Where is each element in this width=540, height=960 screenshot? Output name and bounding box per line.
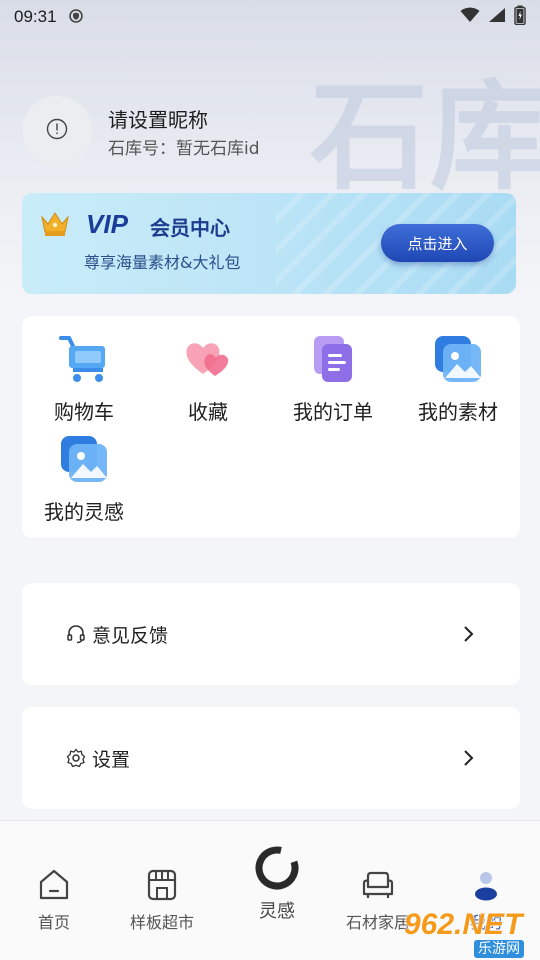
brand-watermark: 石库: [309, 68, 540, 206]
image-gallery-icon: [431, 332, 485, 386]
headset-icon: [66, 624, 86, 644]
nav-sample-market-label: 样板超市: [129, 913, 194, 932]
shortcut-label: 购物车: [54, 400, 114, 424]
nav-sample-market[interactable]: 样板超市: [108, 821, 216, 933]
site-watermark-main: 962.NET: [404, 908, 523, 941]
account-id-value: 暂无石库id: [176, 139, 260, 159]
shield-icon: [68, 8, 83, 27]
sofa-icon: [360, 867, 396, 903]
settings-label: 设置: [92, 748, 131, 771]
cellular-signal-icon: [488, 7, 506, 27]
vip-logo-text: VIP: [86, 210, 129, 238]
wifi-icon: [460, 7, 480, 27]
nav-home-label: 首页: [37, 913, 70, 932]
shortcut-favorites[interactable]: 收藏: [146, 332, 270, 425]
status-bar: 09:31: [0, 0, 540, 34]
vip-subtitle: 尊享海量素材&大礼包: [84, 253, 241, 272]
status-time: 09:31: [14, 7, 57, 26]
shortcut-materials[interactable]: 我的素材: [396, 332, 520, 425]
hearts-icon: [181, 332, 235, 386]
shortcut-inspiration[interactable]: 我的灵感: [22, 432, 146, 525]
account-id: 石库号： 暂无石库id: [108, 134, 260, 159]
shortcut-label: 收藏: [188, 400, 228, 424]
account-id-label: 石库号：: [108, 139, 176, 159]
vip-title: 会员中心: [150, 216, 230, 240]
crown-icon: [40, 211, 70, 241]
chevron-right-icon: [462, 624, 476, 644]
settings-row[interactable]: 设置: [22, 707, 520, 809]
shopping-cart-icon: [57, 332, 111, 386]
nav-inspiration-label[interactable]: 灵感: [240, 897, 314, 923]
site-watermark-sub: 乐游网: [474, 940, 524, 958]
person-icon: [468, 867, 504, 903]
info-icon: [46, 118, 68, 144]
battery-icon: [514, 5, 526, 29]
vip-enter-button[interactable]: 点击进入: [381, 224, 494, 262]
shortcut-orders[interactable]: 我的订单: [271, 332, 395, 425]
feedback-row[interactable]: 意见反馈: [22, 583, 520, 685]
vip-logo: VIP: [86, 209, 144, 242]
feedback-label: 意见反馈: [92, 624, 169, 647]
inspiration-ring-icon[interactable]: [254, 845, 300, 891]
chevron-right-icon: [462, 748, 476, 768]
gear-icon: [66, 748, 86, 768]
shortcut-label: 我的素材: [418, 400, 498, 424]
avatar[interactable]: [22, 96, 92, 166]
nav-home[interactable]: 首页: [0, 821, 108, 933]
image-gallery-icon: [57, 432, 111, 486]
store-icon: [144, 867, 180, 903]
shortcut-cart[interactable]: 购物车: [22, 332, 146, 425]
nickname[interactable]: 请设置昵称: [108, 104, 208, 133]
shortcut-grid: 购物车 收藏 我的订单 我的素材 我的灵感: [22, 316, 520, 538]
order-document-icon: [306, 332, 360, 386]
home-icon: [36, 867, 72, 903]
shortcut-label: 我的灵感: [44, 500, 124, 524]
shortcut-label: 我的订单: [293, 400, 373, 424]
